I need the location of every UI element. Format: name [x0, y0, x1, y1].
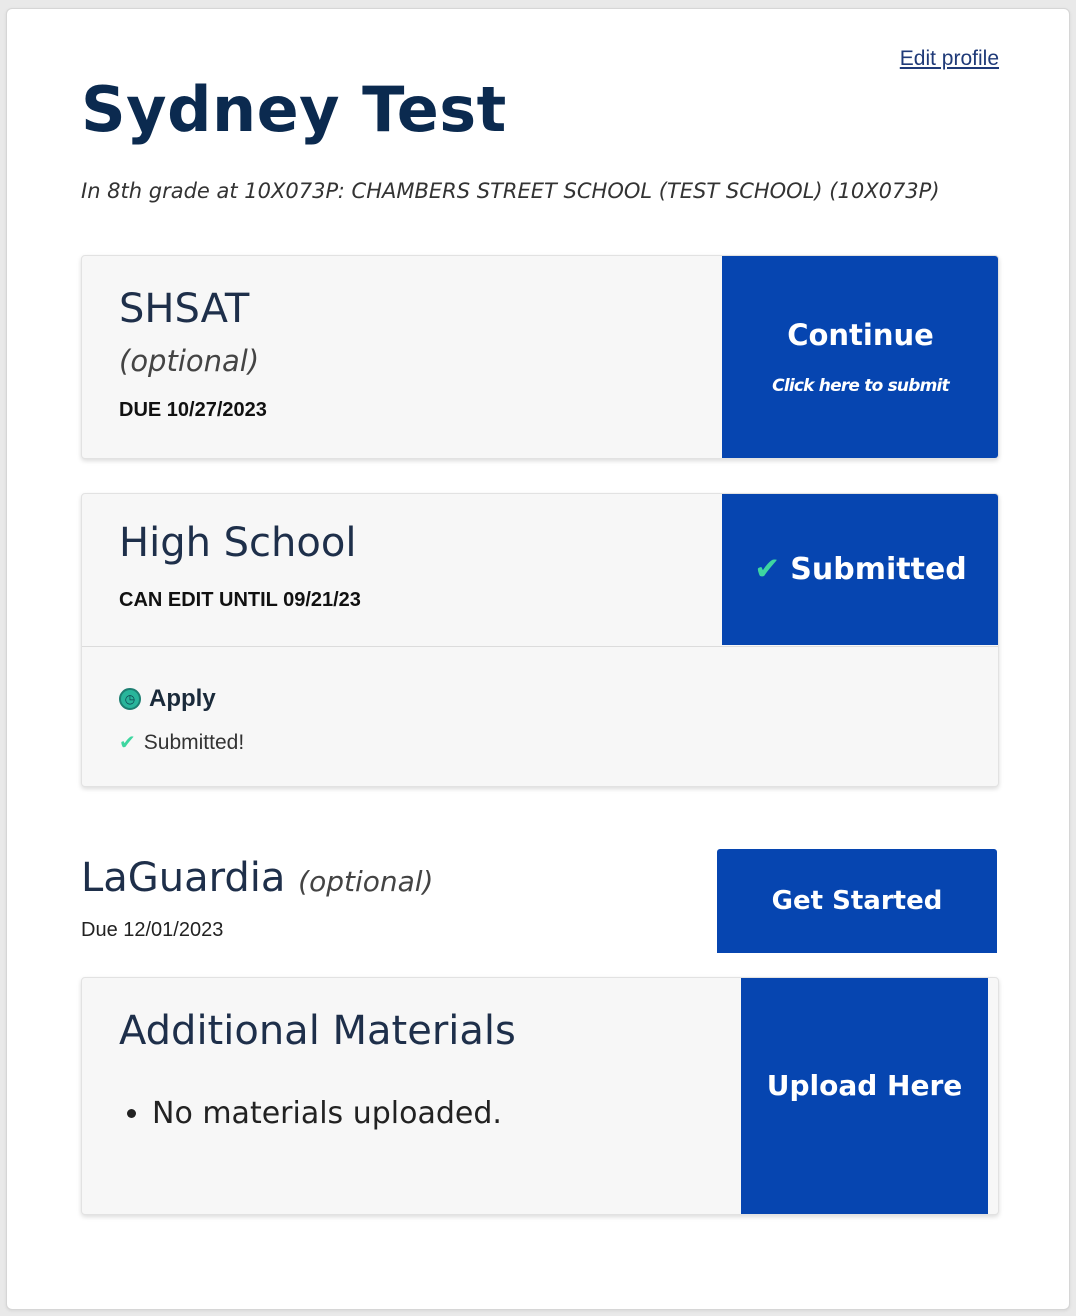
student-name-heading: Sydney Test: [81, 73, 507, 146]
submitted-status-label: Submitted: [790, 551, 967, 587]
laguardia-title-row: LaGuardia (optional): [81, 855, 433, 901]
list-item: No materials uploaded.: [152, 1096, 502, 1131]
edit-profile-link[interactable]: Edit profile: [900, 47, 999, 71]
laguardia-optional-label: (optional): [298, 865, 434, 898]
high-school-card: High School CAN EDIT UNTIL 09/21/23 ✔ Su…: [81, 493, 999, 787]
clock-circle-icon: ◷: [119, 688, 141, 710]
additional-materials-title: Additional Materials: [119, 1008, 516, 1054]
continue-button[interactable]: Continue Click here to submit: [722, 256, 998, 458]
get-started-button[interactable]: Get Started: [717, 849, 997, 953]
laguardia-title: LaGuardia: [81, 855, 286, 901]
upload-here-button-label: Upload Here: [766, 1068, 963, 1102]
high-school-edit-until: CAN EDIT UNTIL 09/21/23: [119, 589, 361, 611]
high-school-title: High School: [119, 520, 357, 566]
check-icon: ✔: [119, 732, 136, 754]
materials-list: No materials uploaded.: [152, 1096, 502, 1131]
continue-button-label: Continue: [787, 318, 934, 352]
apply-step-row: ◷ Apply: [119, 685, 216, 713]
card-divider: [82, 646, 998, 647]
get-started-button-label: Get Started: [771, 886, 943, 916]
upload-here-button[interactable]: Upload Here: [741, 978, 988, 1214]
continue-button-sublabel: Click here to submit: [772, 376, 949, 396]
shsat-optional-label: (optional): [119, 344, 260, 378]
apply-step-status: Submitted!: [143, 730, 245, 754]
additional-materials-card: Additional Materials No materials upload…: [81, 977, 999, 1215]
submitted-status-button[interactable]: ✔ Submitted: [722, 494, 998, 645]
shsat-title: SHSAT: [119, 286, 250, 332]
shsat-due-date: DUE 10/27/2023: [119, 399, 267, 421]
apply-step-status-row: ✔ Submitted!: [119, 730, 244, 755]
check-icon: ✔: [754, 551, 781, 587]
shsat-card: SHSAT (optional) DUE 10/27/2023 Continue…: [81, 255, 999, 459]
page-container: Edit profile Sydney Test In 8th grade at…: [6, 8, 1070, 1310]
apply-step-label: Apply: [149, 685, 216, 712]
laguardia-due-date: Due 12/01/2023: [81, 919, 224, 941]
grade-school-line: In 8th grade at 10X073P: CHAMBERS STREET…: [81, 179, 940, 203]
